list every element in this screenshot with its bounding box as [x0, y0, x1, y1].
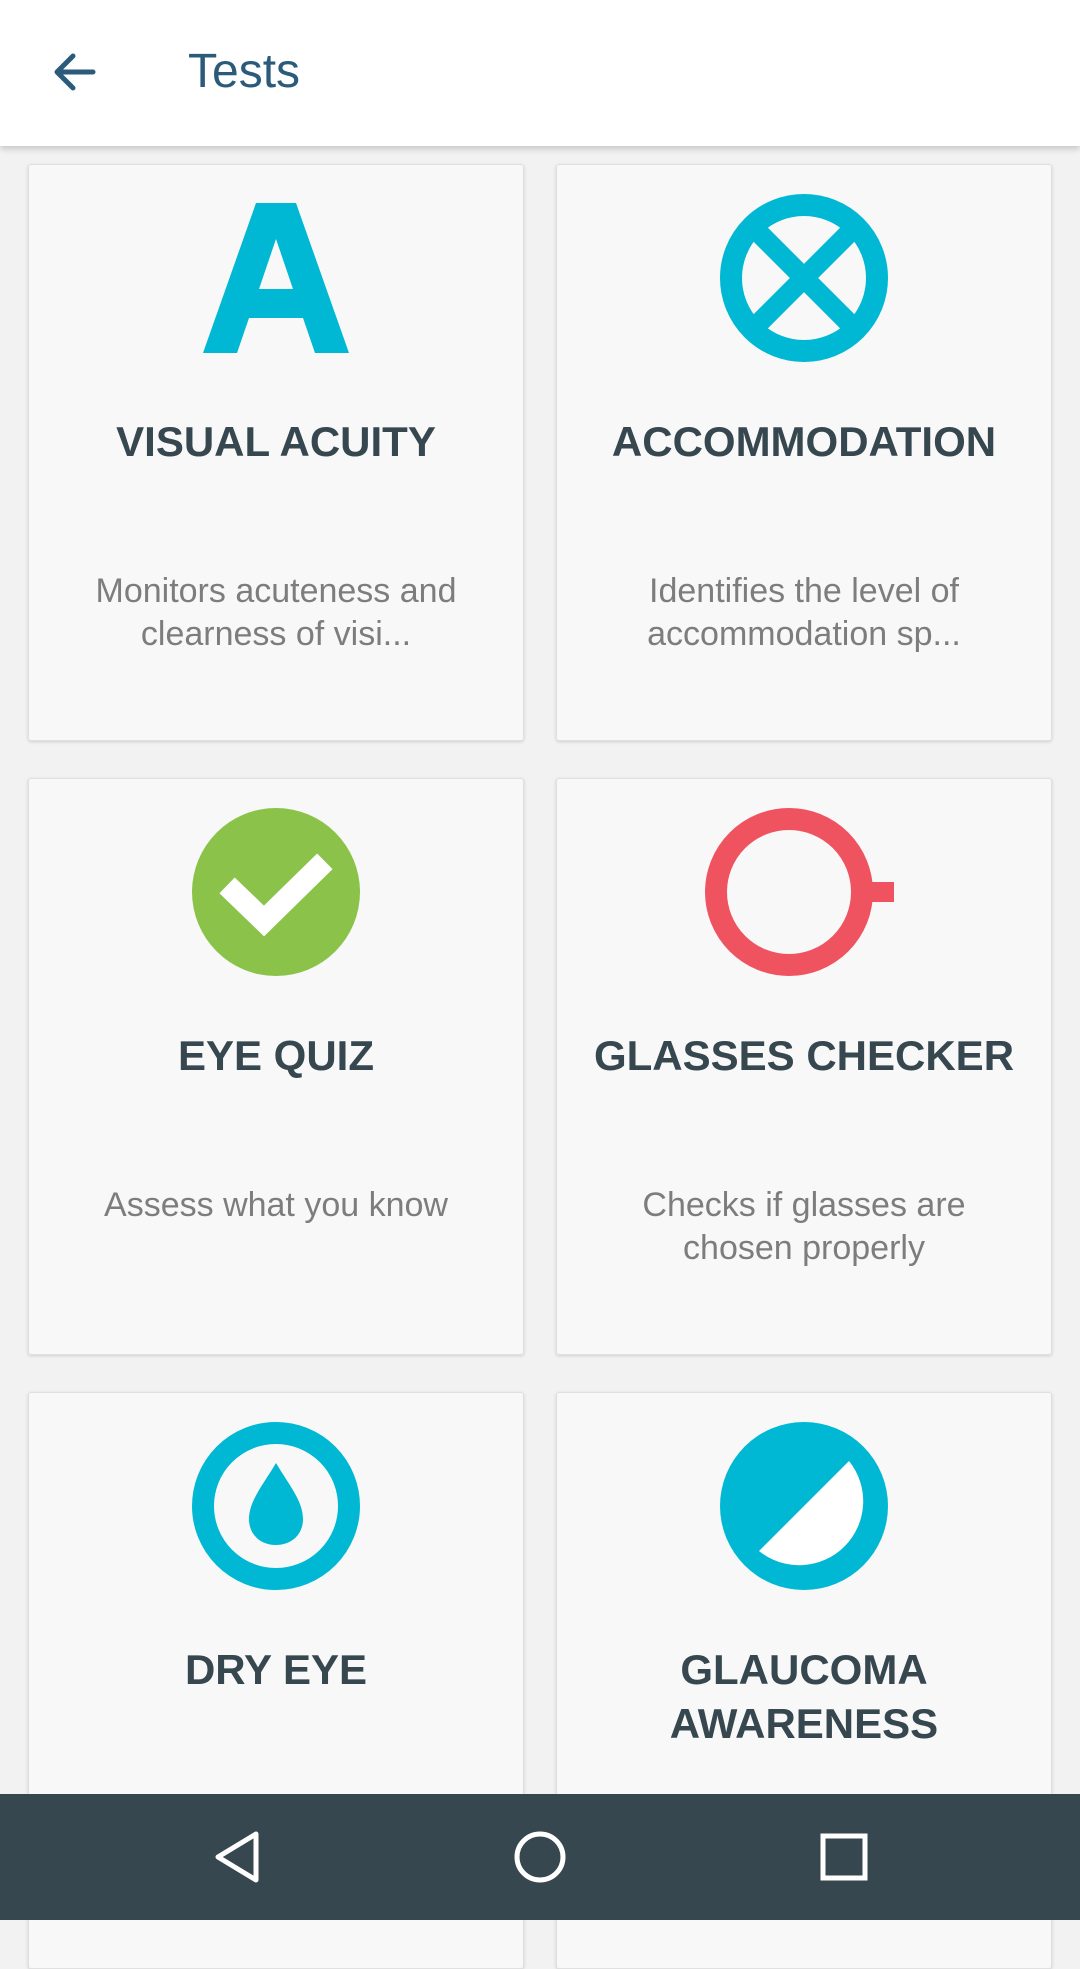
test-description: Assess what you know [104, 1186, 448, 1224]
ring-icon [557, 807, 1051, 977]
back-button[interactable] [40, 38, 108, 106]
letter-a-icon [29, 193, 523, 363]
crossed-circle-icon [557, 193, 1051, 363]
test-name: GLAUCOMA AWARENESS [669, 1646, 939, 1747]
circle-home-icon [514, 1831, 566, 1883]
test-card-eye-quiz[interactable]: EYE QUIZ Assess what you know [28, 778, 524, 1355]
nav-home-button[interactable] [505, 1822, 575, 1892]
test-description: Monitors acuteness and clearness of visi… [95, 572, 457, 653]
triangle-back-icon [215, 1831, 259, 1883]
system-navigation-bar [0, 1794, 1080, 1920]
nav-back-button[interactable] [202, 1822, 272, 1892]
test-name: DRY EYE [184, 1646, 368, 1693]
test-name: EYE QUIZ [177, 1032, 375, 1079]
test-description: Checks if glasses are chosen properly [642, 1186, 966, 1267]
checkmark-circle-icon [29, 807, 523, 977]
test-name: VISUAL ACUITY [116, 418, 436, 465]
half-circle-icon [557, 1421, 1051, 1591]
test-card-glasses-checker[interactable]: GLASSES CHECKER Checks if glasses are ch… [556, 778, 1052, 1355]
test-name: GLASSES CHECKER [593, 1032, 1015, 1079]
square-recents-icon [820, 1833, 868, 1881]
test-card-visual-acuity[interactable]: VISUAL ACUITY Monitors acuteness and cle… [28, 164, 524, 741]
app-bar: Tests [0, 0, 1080, 146]
arrow-left-icon [54, 53, 96, 91]
test-description: Identifies the level of accommodation sp… [647, 572, 961, 653]
test-card-accommodation[interactable]: ACCOMMODATION Identifies the level of ac… [556, 164, 1052, 741]
test-name: ACCOMMODATION [611, 418, 997, 465]
nav-recents-button[interactable] [809, 1822, 879, 1892]
drop-in-circle-icon [29, 1421, 523, 1591]
page-title: Tests [188, 45, 301, 98]
